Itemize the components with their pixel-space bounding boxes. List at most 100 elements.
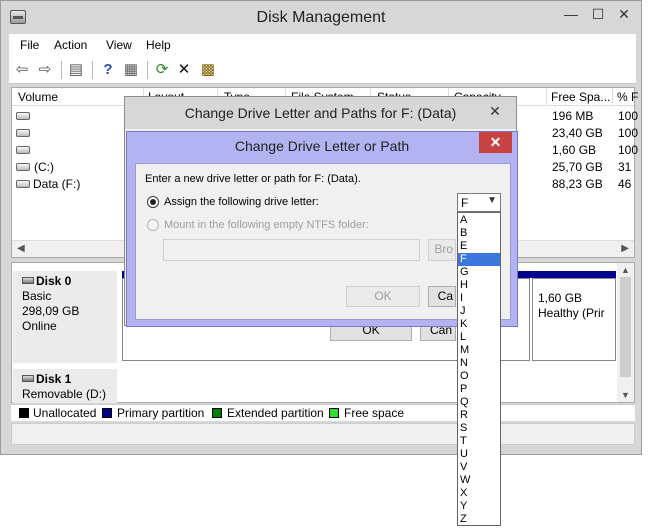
drive-letter-option[interactable]: K	[458, 318, 500, 331]
assign-letter-label[interactable]: Assign the following drive letter:	[164, 196, 319, 208]
disk-name: Disk 1	[36, 372, 72, 386]
percent-free: 46	[618, 177, 632, 191]
disk-type: Basic	[22, 289, 52, 303]
drive-letter-option[interactable]: E	[458, 240, 500, 253]
settings-icon[interactable]: ▩	[199, 61, 217, 79]
free-space: 25,70 GB	[552, 160, 603, 174]
dialog-close-button[interactable]: ✕	[479, 132, 512, 153]
disk-status: Online	[22, 319, 57, 333]
cancel-button[interactable]: Ca	[428, 286, 456, 307]
properties-icon[interactable]: ▦	[122, 61, 140, 79]
drive-letter-option[interactable]: T	[458, 435, 500, 448]
console-tree-icon[interactable]: ▤	[67, 61, 85, 79]
title-bar[interactable]: Disk Management — ☐ ✕	[1, 1, 641, 34]
drive-letter-list: A B E F G H I J K L M N O P Q R S T U V …	[457, 212, 501, 526]
legend: Unallocated Primary partition Extended p…	[11, 404, 635, 421]
instruction-text: Enter a new drive letter or path for F: …	[145, 173, 361, 185]
dialog-body: Enter a new drive letter or path for F: …	[135, 163, 511, 320]
help-icon[interactable]: ?	[99, 61, 117, 79]
drive-icon	[16, 180, 30, 188]
column-free-space[interactable]: Free Spa...	[551, 90, 610, 104]
drive-letter-option[interactable]: X	[458, 487, 500, 500]
dialog-close-button[interactable]: ✕	[483, 103, 507, 121]
column-volume[interactable]: Volume	[18, 90, 58, 104]
drive-letter-option[interactable]: V	[458, 461, 500, 474]
drive-letter-option[interactable]: O	[458, 370, 500, 383]
ok-button[interactable]: OK	[346, 286, 420, 307]
drive-letter-option[interactable]: S	[458, 422, 500, 435]
assign-letter-radio[interactable]	[147, 196, 159, 208]
refresh-icon[interactable]: ⟳	[153, 61, 171, 79]
drive-letter-option[interactable]: P	[458, 383, 500, 396]
free-space: 88,23 GB	[552, 177, 603, 191]
hard-disk-icon	[22, 277, 34, 284]
dialog-title: Change Drive Letter or Path	[234, 138, 410, 154]
legend-label: Primary partition	[117, 406, 205, 420]
disk-1-label[interactable]: Disk 1 Removable (D:)	[13, 369, 117, 403]
legend-swatch-extended	[212, 408, 222, 418]
close-button[interactable]: ✕	[612, 5, 636, 25]
partition-box[interactable]: 1,60 GB Healthy (Prir	[532, 278, 616, 361]
drive-icon	[16, 112, 30, 120]
menu-help[interactable]: Help	[146, 38, 171, 52]
minimize-button[interactable]: —	[559, 5, 583, 25]
legend-swatch-unallocated	[19, 408, 29, 418]
legend-label: Unallocated	[33, 406, 97, 420]
drive-icon	[16, 129, 30, 137]
forward-arrow-icon[interactable]: ⇨	[36, 61, 54, 79]
legend-label: Extended partition	[227, 406, 324, 420]
delete-icon[interactable]: ✕	[175, 61, 193, 79]
disk-name: Disk 0	[36, 274, 72, 288]
partition-status: Healthy (Prir	[538, 306, 605, 320]
drive-letter-option[interactable]: J	[458, 305, 500, 318]
maximize-button[interactable]: ☐	[586, 5, 610, 25]
drive-letter-option[interactable]: U	[458, 448, 500, 461]
partition-size: 1,60 GB	[538, 291, 583, 305]
drive-letter-option[interactable]: W	[458, 474, 500, 487]
mount-folder-label[interactable]: Mount in the following empty NTFS folder…	[164, 219, 369, 231]
scroll-right-icon[interactable]: ▶	[621, 243, 629, 254]
drive-letter-option[interactable]: N	[458, 357, 500, 370]
drive-icon	[16, 146, 30, 154]
drive-letter-option[interactable]: B	[458, 227, 500, 240]
drive-letter-option[interactable]: Q	[458, 396, 500, 409]
drive-letter-option[interactable]: A	[458, 214, 500, 227]
toolbar-separator	[92, 61, 93, 79]
disk-size: 298,09 GB	[22, 304, 80, 318]
vertical-scrollbar[interactable]: ▲ ▼	[617, 263, 634, 402]
folder-path-field[interactable]	[163, 239, 420, 261]
scroll-left-icon[interactable]: ◀	[17, 243, 25, 254]
percent-free: 100	[618, 126, 639, 140]
percent-free: 100	[618, 109, 639, 123]
drive-letter-option[interactable]: Z	[458, 513, 500, 526]
scroll-down-icon[interactable]: ▼	[621, 390, 630, 400]
scroll-thumb[interactable]	[620, 277, 631, 377]
drive-letter-option[interactable]: H	[458, 279, 500, 292]
column-percent-free[interactable]: % F	[617, 90, 638, 104]
drive-letter-option[interactable]: G	[458, 266, 500, 279]
back-arrow-icon[interactable]: ⇦	[13, 61, 31, 79]
menu-file[interactable]: File	[20, 38, 39, 52]
drive-letter-option[interactable]: I	[458, 292, 500, 305]
percent-free: 31	[618, 160, 632, 174]
removable-disk-icon	[22, 375, 34, 382]
mount-folder-radio[interactable]	[147, 219, 159, 231]
dialog-title: Change Drive Letter and Paths for F: (Da…	[184, 105, 457, 121]
legend-swatch-primary	[102, 408, 112, 418]
drive-letter-option[interactable]: M	[458, 344, 500, 357]
dialog-title-bar[interactable]: Change Drive Letter and Paths for F: (Da…	[125, 97, 516, 129]
browse-button[interactable]: Bro	[428, 239, 456, 261]
drive-letter-select[interactable]: F ▼	[457, 193, 501, 212]
drive-letter-option[interactable]: L	[458, 331, 500, 344]
scroll-up-icon[interactable]: ▲	[621, 265, 630, 275]
drive-letter-option[interactable]: R	[458, 409, 500, 422]
drive-letter-option[interactable]: F	[458, 253, 500, 266]
menu-action[interactable]: Action	[54, 38, 87, 52]
drive-letter-option[interactable]: Y	[458, 500, 500, 513]
percent-free: 100	[618, 143, 639, 157]
disk-type: Removable (D:)	[22, 387, 107, 401]
selected-drive-letter: F	[461, 196, 469, 210]
window-title: Disk Management	[256, 9, 386, 26]
disk-0-label[interactable]: Disk 0 Basic 298,09 GB Online	[13, 271, 117, 363]
menu-view[interactable]: View	[106, 38, 132, 52]
